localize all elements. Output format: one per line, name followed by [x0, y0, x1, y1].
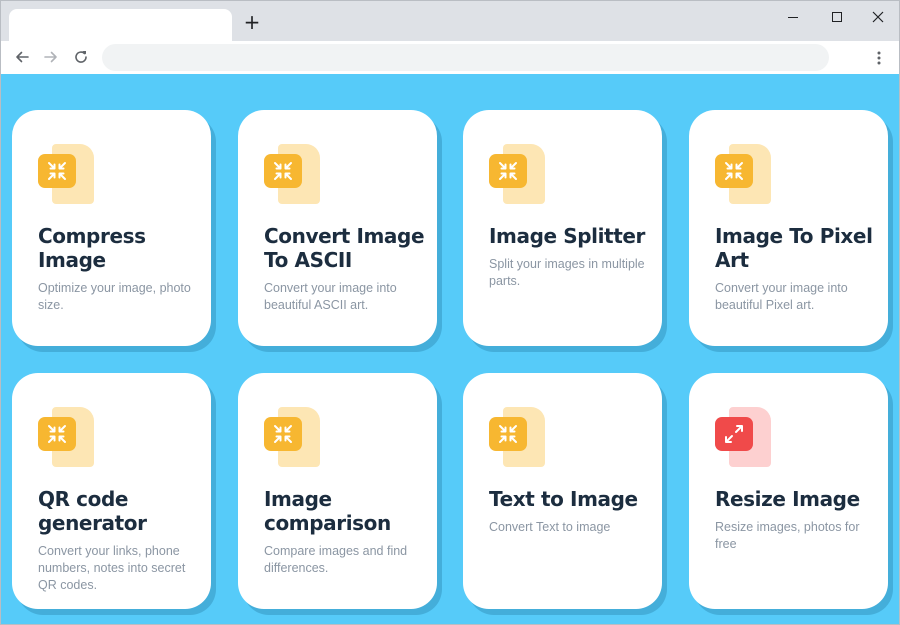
compress-icon — [499, 162, 517, 180]
forward-button[interactable] — [39, 45, 63, 69]
tool-card-qr-code-generator[interactable]: QR code generator Convert your links, ph… — [12, 373, 211, 609]
tool-icon — [38, 144, 96, 208]
tool-card-text-to-image[interactable]: Text to Image Convert Text to image — [463, 373, 662, 609]
kebab-menu-icon — [877, 51, 881, 65]
tool-card-image-splitter[interactable]: Image Splitter Split your images in mult… — [463, 110, 662, 346]
browser-window: + Compress Image Optimize your image, ph… — [0, 0, 900, 625]
compress-icon — [48, 162, 66, 180]
tool-description: Split your images in multiple parts. — [489, 257, 645, 288]
tool-card-convert-image-to-ascii[interactable]: Convert Image To ASCII Convert your imag… — [238, 110, 437, 346]
tool-description: Convert your image into beautiful Pixel … — [715, 281, 848, 312]
compress-icon — [264, 417, 302, 451]
tool-card-resize-image[interactable]: Resize Image Resize images, photos for f… — [689, 373, 888, 609]
tool-icon — [264, 407, 322, 471]
forward-arrow-icon — [44, 51, 57, 63]
tool-card-image-to-pixel-art[interactable]: Image To Pixel Art Convert your image in… — [689, 110, 888, 346]
tool-title: Resize Image — [715, 487, 860, 511]
maximize-button[interactable] — [822, 5, 852, 29]
tool-title: Compress Image — [38, 224, 146, 272]
tool-icon — [264, 144, 322, 208]
compress-icon — [499, 425, 517, 443]
browser-menu-button[interactable] — [867, 46, 891, 70]
tool-card-compress-image[interactable]: Compress Image Optimize your image, phot… — [12, 110, 211, 346]
expand-icon — [715, 417, 753, 451]
close-button[interactable] — [863, 5, 893, 29]
active-tab[interactable] — [9, 9, 232, 41]
tool-icon — [715, 144, 773, 208]
compress-icon — [38, 154, 76, 188]
tool-icon — [38, 407, 96, 471]
compress-icon — [274, 425, 292, 443]
reload-button[interactable] — [69, 45, 93, 69]
new-tab-button[interactable]: + — [241, 11, 263, 33]
back-button[interactable] — [10, 45, 34, 69]
compress-icon — [715, 154, 753, 188]
compress-icon — [489, 417, 527, 451]
tool-icon — [489, 144, 547, 208]
tool-title: Image Splitter — [489, 224, 646, 248]
compress-icon — [48, 425, 66, 443]
tool-icon — [715, 407, 773, 471]
tool-card-image-comparison[interactable]: Image comparison Compare images and find… — [238, 373, 437, 609]
tool-description: Convert your image into beautiful ASCII … — [264, 281, 397, 312]
address-bar[interactable] — [102, 44, 829, 71]
tool-title: Convert Image To ASCII — [264, 224, 425, 272]
close-icon — [872, 11, 884, 23]
tool-description: Convert your links, phone numbers, notes… — [38, 544, 186, 592]
maximize-icon — [832, 12, 842, 22]
tool-title: Text to Image — [489, 487, 638, 511]
minimize-icon — [788, 16, 798, 18]
compress-icon — [725, 162, 743, 180]
tool-icon — [489, 407, 547, 471]
back-arrow-icon — [16, 51, 29, 63]
compress-icon — [38, 417, 76, 451]
minimize-button[interactable] — [778, 5, 808, 29]
compress-icon — [274, 162, 292, 180]
browser-toolbar — [1, 41, 899, 74]
tool-title: QR code generator — [38, 487, 147, 535]
tab-bar: + — [1, 1, 899, 41]
expand-icon — [725, 425, 743, 443]
compress-icon — [264, 154, 302, 188]
tool-description: Convert Text to image — [489, 520, 611, 534]
tool-description: Resize images, photos for free — [715, 520, 860, 551]
reload-icon — [75, 51, 87, 63]
tool-title: Image To Pixel Art — [715, 224, 873, 272]
tool-description: Optimize your image, photo size. — [38, 281, 191, 312]
tool-description: Compare images and find differences. — [264, 544, 408, 575]
tools-grid: Compress Image Optimize your image, phot… — [1, 74, 899, 624]
tool-title: Image comparison — [264, 487, 391, 535]
compress-icon — [489, 154, 527, 188]
